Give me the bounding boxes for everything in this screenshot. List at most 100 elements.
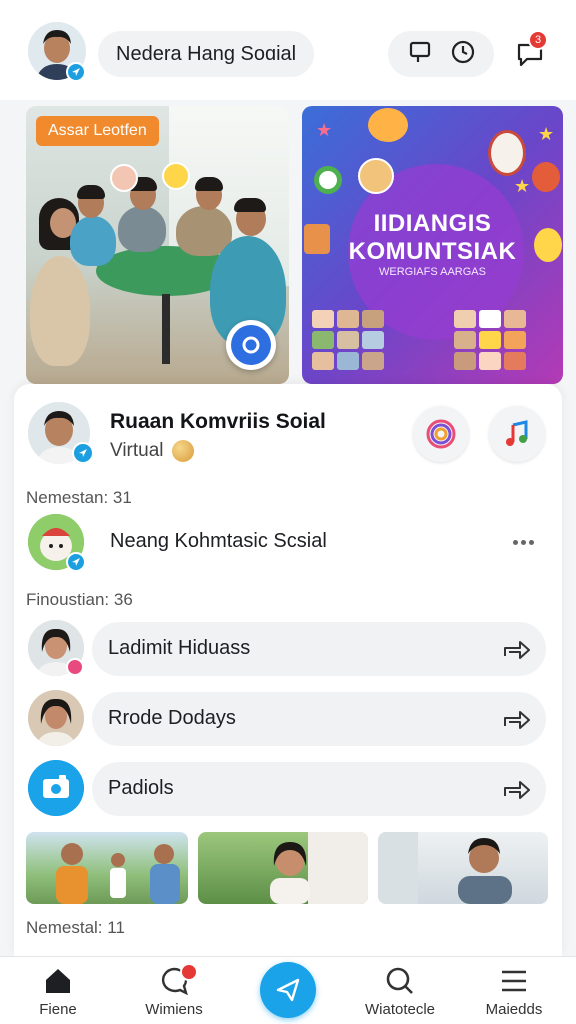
hero-card-poster[interactable]: ★ ★ ★ IIDIANGIS KOMUNTSIAK WERGIAFS AARG… <box>302 106 563 384</box>
sticker-bear-icon <box>488 130 526 176</box>
participant-tile <box>337 331 359 349</box>
bottom-count-label: Nemestal: 11 <box>26 918 125 937</box>
home-icon <box>46 969 70 993</box>
share-arrow-icon[interactable] <box>502 636 532 662</box>
clock-icon[interactable] <box>450 39 476 70</box>
list-item-label: Padiols <box>108 777 174 799</box>
participant-grid-left <box>312 310 384 370</box>
member-avatar[interactable] <box>358 158 394 194</box>
ring-icon <box>426 419 456 449</box>
table-leg-image <box>162 294 170 364</box>
list-item[interactable]: Neang Kohmtasic Scsial <box>28 514 548 572</box>
list-item-pill[interactable]: Rrode Dodays <box>92 692 546 746</box>
photo-thumbnail[interactable] <box>26 832 188 904</box>
person-image <box>70 216 116 266</box>
sticker-fox-icon <box>368 108 408 142</box>
member-avatar[interactable] <box>110 164 138 192</box>
message-badge: 3 <box>528 30 548 50</box>
nav-search[interactable]: Wiatotecle <box>350 965 450 1018</box>
poster-subtitle: WERGIAFS AARGAS <box>379 266 486 278</box>
star-icon: ★ <box>538 124 555 144</box>
photo-strip <box>26 832 548 904</box>
person-hair <box>234 198 266 212</box>
community-title: Nedera Hang Soɑial <box>116 42 297 65</box>
member-avatar <box>28 690 84 746</box>
group-title: Ruaan Komvriis Soial <box>110 410 326 433</box>
hero-tag-label: Assar Leotfen <box>48 122 147 139</box>
camera-button[interactable] <box>226 320 276 370</box>
participant-tile <box>312 331 334 349</box>
nav-home-label: Fiene <box>39 1001 77 1018</box>
poster-title-line2: KOMUNTSIAK <box>348 238 517 265</box>
participant-tile <box>454 352 476 370</box>
verified-icon <box>66 62 86 82</box>
list-item[interactable]: Ladimit Hiduass <box>28 620 548 678</box>
chat-bubble-icon[interactable] <box>407 39 433 70</box>
list-item[interactable]: Rrode Dodays <box>28 690 548 748</box>
top-bar: Nedera Hang Soɑial 3 <box>0 0 576 100</box>
nav-home[interactable]: Fiene <box>8 965 108 1018</box>
list-item-label: Ladimit Hiduass <box>108 637 251 659</box>
verified-icon <box>66 552 86 572</box>
group-type: Virtual <box>110 440 164 461</box>
pin-badge-icon <box>66 658 84 676</box>
list-item-pill[interactable]: Ladimit Hiduass <box>92 622 546 676</box>
coin-icon <box>171 440 194 462</box>
participant-tile <box>337 310 359 328</box>
nav-menu-label: Maiedds <box>485 1001 543 1018</box>
camera-app-icon <box>28 760 84 816</box>
list-item-label: Rrode Dodays <box>108 707 236 729</box>
share-arrow-icon[interactable] <box>502 776 532 802</box>
participant-tile <box>362 310 384 328</box>
list-item[interactable]: Padiols <box>28 760 548 818</box>
notification-badge <box>180 963 198 981</box>
friends-count-label: Finoustian: 36 <box>26 590 133 609</box>
participant-tile <box>312 352 334 370</box>
hero-card-meetup[interactable]: Assar Leotfen <box>26 106 289 384</box>
person-image <box>118 206 166 252</box>
list-item-label: Neang Kohmtasic Scsial <box>110 530 327 552</box>
poster-title: IIDIANGIS KOMUNTSIAK <box>302 210 563 266</box>
music-button[interactable] <box>489 406 545 462</box>
header-actions <box>388 31 494 77</box>
participant-grid-right <box>454 310 526 370</box>
participant-tile <box>312 310 334 328</box>
group-panel: Ruaan Komvriis Soial Virtual Nemestan: 3… <box>14 384 562 956</box>
participant-tile <box>479 352 501 370</box>
members-count-label: Nemestan: 31 <box>26 488 132 507</box>
participant-tile <box>504 352 526 370</box>
participant-tile <box>454 331 476 349</box>
star-icon: ★ <box>514 176 531 196</box>
music-note-icon <box>506 420 528 446</box>
participant-tile <box>504 310 526 328</box>
send-icon <box>276 978 300 1002</box>
nav-notifications[interactable]: Wimiens <box>124 963 224 1018</box>
compose-button[interactable] <box>260 962 316 1018</box>
participant-tile <box>479 331 501 349</box>
poster-title-line1: IIDIANGIS <box>373 210 492 237</box>
share-arrow-icon[interactable] <box>502 706 532 732</box>
nav-search-label: Wiatotecle <box>364 1001 436 1018</box>
list-item-pill[interactable]: Padiols <box>92 762 546 816</box>
photo-thumbnail[interactable] <box>198 832 368 904</box>
sticker-fruit-icon <box>532 162 560 192</box>
stories-button[interactable] <box>413 406 469 462</box>
participant-tile <box>454 310 476 328</box>
group-subtitle: Virtual <box>110 440 194 462</box>
sticker-avatar[interactable] <box>162 162 190 190</box>
person-image <box>30 256 90 366</box>
star-icon: ★ <box>316 120 333 140</box>
hero-tag[interactable]: Assar Leotfen <box>36 116 159 146</box>
photo-thumbnail[interactable] <box>378 832 548 904</box>
person-hair <box>77 185 105 199</box>
community-title-pill[interactable]: Nedera Hang Soɑial <box>98 31 315 77</box>
message-button[interactable]: 3 <box>510 30 550 76</box>
participant-tile <box>504 331 526 349</box>
person-hair <box>195 177 223 191</box>
participant-tile <box>479 310 501 328</box>
participant-tile <box>337 352 359 370</box>
search-icon <box>386 967 413 994</box>
more-icon[interactable] <box>508 530 538 554</box>
nav-menu[interactable]: Maiedds <box>464 965 564 1018</box>
lens-icon <box>242 336 260 354</box>
